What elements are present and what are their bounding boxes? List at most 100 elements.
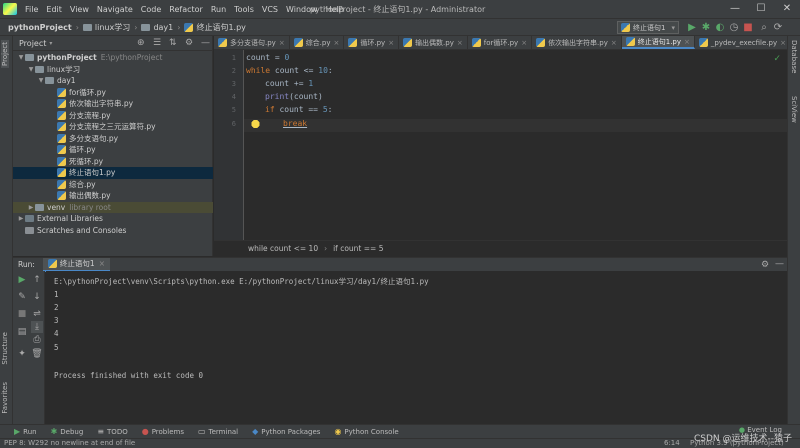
tree-item-file[interactable]: 多分支语句.py [13,133,213,145]
close-icon[interactable]: × [521,39,527,47]
breadcrumb-project[interactable]: pythonProject [8,23,72,32]
run-tab[interactable]: 终止语句1 × [42,257,110,272]
tree-item-file[interactable]: 分支流程之三元运算符.py [13,121,213,133]
favorites-tool-tab[interactable]: Favorites [1,382,9,414]
expand-all-icon[interactable]: ⇅ [169,38,177,48]
debug-icon[interactable]: ✱ [700,22,712,34]
lightbulb-icon[interactable] [251,120,260,130]
tree-item-file[interactable]: 依次输出字符串.py [13,98,213,110]
python-console-tool-button[interactable]: ◉ Python Console [334,427,398,436]
python-packages-tool-button[interactable]: ◆ Python Packages [252,427,320,436]
tree-item-folder-linux[interactable]: ▼ linux学习 [13,64,213,76]
menu-vcs[interactable]: VCS [258,5,282,14]
menu-code[interactable]: Code [137,5,165,14]
run-configuration-select[interactable]: 终止语句1 ▾ [617,21,679,34]
breadcrumb-file[interactable]: 终止语句1.py [184,22,246,33]
menu-navigate[interactable]: Navigate [93,5,137,14]
todo-tool-button[interactable]: ≡ TODO [97,427,127,436]
editor-tab[interactable]: 依次输出字符串.py × [532,36,622,49]
run-console[interactable]: E:\pythonProject\venv\Scripts\python.exe… [46,271,787,424]
editor-tab-active[interactable]: 终止语句1.py × [621,36,695,49]
tree-item-venv[interactable]: ▶ venv library root [13,201,213,213]
tree-item-file[interactable]: 综合.py [13,179,213,191]
tree-item-scratches[interactable]: Scratches and Consoles [13,225,213,237]
close-icon[interactable]: × [684,38,690,46]
breadcrumb-folder-linux[interactable]: linux学习 [82,22,130,33]
close-icon[interactable]: × [780,39,786,47]
tree-item-file[interactable]: for循环.py [13,87,213,99]
chevron-down-icon[interactable]: ▾ [49,40,52,47]
soft-wrap-icon[interactable]: ⇌ [31,308,43,320]
rerun-icon[interactable]: ▶ [16,274,28,286]
stop-icon[interactable]: ■ [16,308,28,320]
menu-run[interactable]: Run [207,5,230,14]
close-icon[interactable]: × [457,39,463,47]
layout-icon[interactable]: ▤ [16,326,28,338]
tree-item-file[interactable]: 循环.py [13,144,213,156]
python-file-icon [57,145,66,155]
status-message[interactable]: PEP 8: W292 no newline at end of file [4,439,135,447]
close-icon[interactable]: × [388,39,394,47]
breadcrumb-if[interactable]: if count == 5 [333,244,383,253]
editor-tab[interactable]: 输出偶数.py × [399,36,468,49]
caret-position[interactable]: 6:14 [664,439,680,447]
breadcrumb-folder-day1[interactable]: day1 [141,23,173,32]
menu-view[interactable]: View [66,5,93,14]
profile-icon[interactable]: ◷ [728,22,740,34]
gear-icon[interactable]: ⚙ [185,38,193,48]
tree-item-folder-day1[interactable]: ▼ day1 [13,75,213,87]
problems-tool-button[interactable]: ● Problems [142,427,184,436]
locate-icon[interactable]: ⊕ [137,38,145,48]
close-icon[interactable]: × [611,39,617,47]
run-icon[interactable]: ▶ [686,22,698,34]
scroll-down-icon[interactable]: ↓ [31,291,43,303]
close-icon[interactable]: × [99,259,105,268]
tree-item-file[interactable]: 输出偶数.py [13,190,213,202]
python-file-icon [47,259,57,268]
menu-refactor[interactable]: Refactor [165,5,207,14]
sciview-tool-tab[interactable]: SciView [790,96,798,123]
project-panel-title[interactable]: Project [19,39,46,48]
scroll-up-icon[interactable]: ↑ [31,274,43,286]
scroll-to-end-icon[interactable]: ⤓ [31,321,43,333]
wrench-icon[interactable]: ✎ [16,291,28,303]
tree-item-external-libraries[interactable]: ▶ External Libraries [13,213,213,225]
close-button[interactable]: ✕ [774,0,800,18]
inspection-ok-icon[interactable]: ✓ [773,54,781,64]
pin-icon[interactable]: ✦ [16,348,28,360]
coverage-icon[interactable]: ◐ [714,22,726,34]
print-icon[interactable]: ⎙ [31,334,43,346]
editor-tab[interactable]: _pydev_execfile.py × [695,36,787,49]
editor-tab[interactable]: 循环.py × [344,36,400,49]
tree-item-project-root[interactable]: ▼ pythonProject E:\pythonProject [13,52,213,64]
tree-item-file[interactable]: 分支流程.py [13,110,213,122]
minimize-button[interactable]: — [722,0,748,18]
collapse-all-icon[interactable]: ☰ [153,38,161,48]
stop-icon[interactable]: ■ [742,22,754,34]
project-tool-tab[interactable]: Project [1,40,9,68]
trash-icon[interactable]: 🗑 [31,348,43,360]
code-editor[interactable]: 1 2 3 4 5 6 count = 0 while count <= 10:… [214,50,787,256]
search-icon[interactable]: ⌕ [758,22,770,34]
menu-tools[interactable]: Tools [230,5,258,14]
hide-icon[interactable]: — [775,259,784,269]
close-icon[interactable]: × [334,39,340,47]
editor-tab[interactable]: 综合.py × [290,36,345,49]
tree-item-file[interactable]: 死循环.py [13,156,213,168]
run-tool-button[interactable]: ▶ Run [14,427,37,436]
editor-tab[interactable]: for循环.py × [468,36,533,49]
editor-tab[interactable]: 多分支语句.py × [214,36,290,49]
close-icon[interactable]: × [279,39,285,47]
tree-item-file-selected[interactable]: 终止语句1.py [13,167,213,179]
breadcrumb-while[interactable]: while count <= 10 [248,244,318,253]
gear-icon[interactable]: ⚙ [761,260,769,270]
maximize-button[interactable]: ☐ [748,0,774,18]
menu-file[interactable]: File [21,5,42,14]
structure-tool-tab[interactable]: Structure [1,332,9,365]
update-icon[interactable]: ⟳ [772,22,784,34]
database-tool-tab[interactable]: Database [790,40,798,73]
hide-icon[interactable]: — [201,38,210,48]
menu-edit[interactable]: Edit [42,5,66,14]
terminal-tool-button[interactable]: ▭ Terminal [198,427,238,436]
debug-tool-button[interactable]: ✱ Debug [51,427,84,436]
